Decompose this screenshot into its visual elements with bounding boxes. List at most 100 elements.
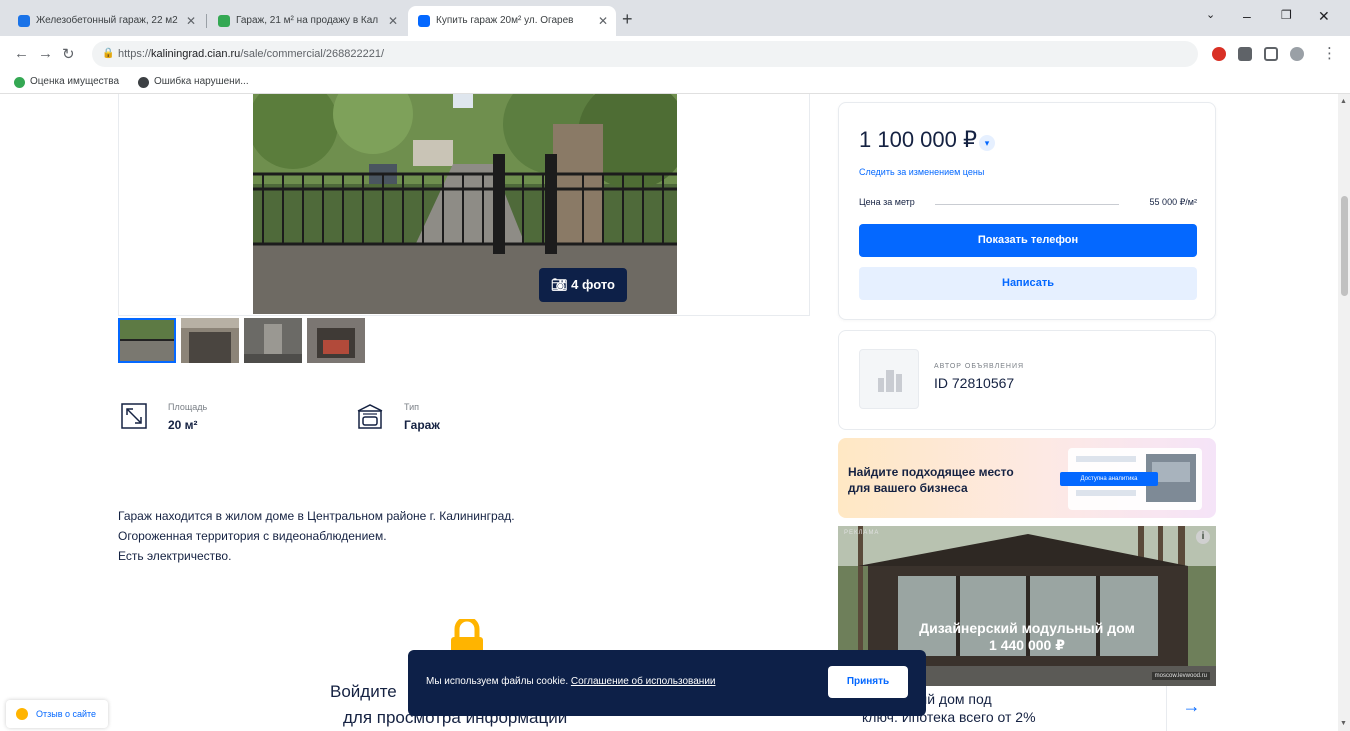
feature-label: Площадь bbox=[168, 402, 208, 412]
price-value: 1 100 000 ₽ bbox=[859, 127, 977, 152]
ad-info-icon[interactable]: i bbox=[1196, 530, 1210, 544]
lock-icon: 🔒 bbox=[102, 48, 115, 59]
bookmark-label: Оценка имущества bbox=[30, 76, 120, 87]
close-icon[interactable]: ✕ bbox=[598, 6, 608, 36]
browser-tab-bar: Железобетонный гараж, 22 м2 ✕ Гараж, 21 … bbox=[0, 0, 1350, 36]
bookmark-label: Ошибка нарушени... bbox=[154, 76, 249, 87]
show-phone-button[interactable]: Показать телефон bbox=[859, 224, 1197, 257]
promo-line: для вашего бизнеса bbox=[848, 481, 968, 495]
price-per-meter-row: Цена за метр 55 000 ₽/м² bbox=[859, 197, 1197, 207]
page-content: 📷︎ 4 фото Площадь 20 м² Тип Гараж Гараж … bbox=[0, 94, 1338, 731]
watch-price-link[interactable]: Следить за изменением цены bbox=[859, 167, 984, 177]
forward-icon[interactable]: → bbox=[38, 45, 53, 62]
ad-label: РЕКЛАМА bbox=[844, 530, 880, 536]
feature-label: Тип bbox=[404, 402, 420, 412]
thumbnail[interactable] bbox=[181, 318, 239, 363]
thumbnail[interactable] bbox=[244, 318, 302, 363]
author-avatar[interactable] bbox=[859, 349, 919, 409]
new-tab-button[interactable]: + bbox=[622, 10, 633, 28]
author-label: АВТОР ОБЪЯВЛЕНИЯ bbox=[934, 363, 1025, 370]
photo-count-label: 4 фото bbox=[571, 277, 615, 292]
site-favicon-icon bbox=[218, 15, 230, 27]
url-prefix: https:// bbox=[118, 48, 152, 60]
garage-icon bbox=[357, 404, 383, 429]
scroll-down-icon[interactable]: ▼ bbox=[1340, 720, 1347, 727]
dotted-leader bbox=[935, 204, 1119, 205]
camera-icon: 📷︎ bbox=[551, 277, 572, 292]
feedback-button[interactable]: Отзыв о сайте bbox=[6, 700, 109, 728]
bookmark-favicon-icon bbox=[138, 77, 149, 88]
minimize-icon[interactable]: – bbox=[1243, 8, 1251, 24]
area-icon bbox=[121, 403, 147, 429]
scroll-up-icon[interactable]: ▲ bbox=[1340, 98, 1347, 105]
profile-icon[interactable] bbox=[1290, 47, 1304, 61]
bookmark-item[interactable]: Ошибка нарушени... bbox=[138, 76, 249, 88]
ad-arrow-icon[interactable]: → bbox=[1166, 686, 1216, 731]
ad-caption: Дизайнерский модульный дом 1 440 000 ₽ bbox=[838, 620, 1216, 654]
window-close-icon[interactable]: ✕ bbox=[1318, 8, 1330, 25]
bookmarks-bar: Оценка имущества Ошибка нарушени... bbox=[0, 72, 1350, 94]
tab-title: Купить гараж 20м² ул. Огарев bbox=[436, 15, 574, 26]
padlock-icon bbox=[451, 619, 483, 653]
url-host: kaliningrad.cian.ru bbox=[151, 48, 241, 60]
tab-title: Гараж, 21 м² на продажу в Кал bbox=[236, 15, 379, 26]
reload-icon[interactable]: ↻ bbox=[62, 45, 75, 63]
kebab-menu-icon[interactable]: ⋮ bbox=[1322, 44, 1337, 62]
price-card: 1 100 000 ₽ ▾ Следить за изменением цены… bbox=[838, 102, 1216, 320]
restore-icon[interactable]: ❐ bbox=[1281, 8, 1292, 22]
tab-separator bbox=[206, 14, 207, 28]
ad-caption-line: Дизайнерский модульный дом bbox=[919, 620, 1135, 636]
cookie-agreement-link[interactable]: Соглашение об использовании bbox=[571, 676, 716, 687]
tab-search-icon[interactable]: ⌄ bbox=[1206, 8, 1215, 21]
photo-gallery[interactable]: 📷︎ 4 фото bbox=[118, 94, 810, 316]
author-id[interactable]: ID 72810567 bbox=[934, 375, 1014, 391]
thumbnail-image bbox=[307, 318, 365, 363]
address-bar-row: ← → ↻ 🔒 https://kaliningrad.cian.ru/sale… bbox=[0, 36, 1350, 72]
analytics-badge: Доступна аналитика bbox=[1060, 472, 1158, 486]
close-icon[interactable]: ✕ bbox=[388, 6, 398, 36]
cookie-text: Мы используем файлы cookie. Соглашение о… bbox=[426, 676, 716, 687]
feature-value: 20 м² bbox=[168, 418, 198, 432]
price-per-meter-value: 55 000 ₽/м² bbox=[1149, 197, 1197, 207]
thumbnail-image bbox=[118, 318, 176, 363]
close-icon[interactable]: ✕ bbox=[186, 6, 196, 36]
thumbnail[interactable] bbox=[307, 318, 365, 363]
thumbnail-image bbox=[181, 318, 239, 363]
browser-tab-1[interactable]: Железобетонный гараж, 22 м2 ✕ bbox=[8, 6, 204, 36]
side-panel-icon[interactable] bbox=[1264, 47, 1278, 61]
promo-line: Найдите подходящее место bbox=[848, 465, 1014, 479]
price-history-chevron-icon[interactable]: ▾ bbox=[979, 135, 995, 151]
feedback-label: Отзыв о сайте bbox=[36, 709, 97, 719]
bookmark-favicon-icon bbox=[14, 77, 25, 88]
building-icon bbox=[878, 370, 902, 392]
feature-type: Тип Гараж bbox=[356, 400, 516, 436]
business-promo-banner[interactable]: Найдите подходящее место для вашего бизн… bbox=[838, 438, 1216, 518]
browser-tab-active[interactable]: Купить гараж 20м² ул. Огарев ✕ bbox=[408, 6, 616, 36]
tab-title: Железобетонный гараж, 22 м2 bbox=[36, 15, 178, 26]
page-scrollbar[interactable]: ▲ ▼ bbox=[1338, 94, 1350, 731]
ad-domain: moscow.levwood.ru bbox=[1151, 672, 1210, 680]
write-message-button[interactable]: Написать bbox=[859, 267, 1197, 300]
url-path: /sale/commercial/268822221/ bbox=[240, 48, 385, 60]
thumbnail[interactable] bbox=[118, 318, 176, 363]
feature-value: Гараж bbox=[404, 418, 440, 432]
accept-cookies-button[interactable]: Принять bbox=[828, 666, 908, 698]
bookmark-item[interactable]: Оценка имущества bbox=[14, 76, 120, 88]
back-icon[interactable]: ← bbox=[14, 45, 29, 62]
puzzle-icon[interactable] bbox=[1238, 47, 1252, 61]
cookie-banner: Мы используем файлы cookie. Соглашение о… bbox=[408, 650, 926, 716]
photo-count-button[interactable]: 📷︎ 4 фото bbox=[539, 268, 627, 302]
feature-area: Площадь 20 м² bbox=[120, 400, 280, 436]
url-field[interactable]: 🔒 https://kaliningrad.cian.ru/sale/comme… bbox=[92, 41, 1198, 67]
promo-text: Найдите подходящее место для вашего бизн… bbox=[848, 464, 1014, 496]
site-favicon-icon bbox=[18, 15, 30, 27]
description-line: Огороженная территория с видеонаблюдение… bbox=[118, 529, 387, 543]
cian-favicon-icon bbox=[418, 15, 430, 27]
description-line: Гараж находится в жилом доме в Центральн… bbox=[118, 509, 515, 523]
description-line: Есть электричество. bbox=[118, 549, 232, 563]
scrollbar-thumb[interactable] bbox=[1341, 196, 1348, 296]
thumbnail-image bbox=[244, 318, 302, 363]
extension-icon[interactable] bbox=[1212, 47, 1226, 61]
cookie-message: Мы используем файлы cookie. bbox=[426, 676, 569, 687]
browser-tab-2[interactable]: Гараж, 21 м² на продажу в Кал ✕ bbox=[208, 6, 406, 36]
